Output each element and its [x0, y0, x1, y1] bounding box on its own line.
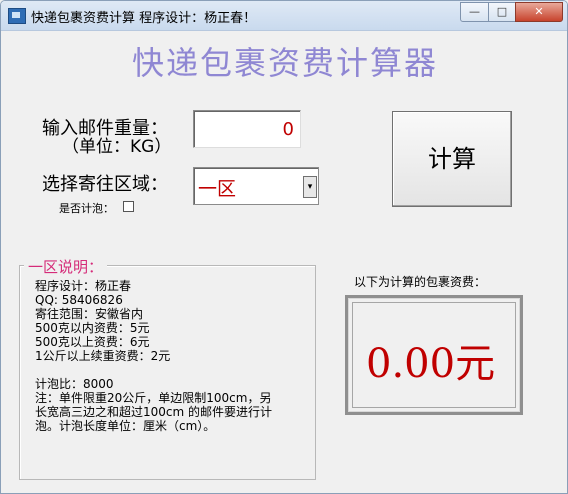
title-bar[interactable]: 快递包裹资费计算 程序设计：杨正春！ — □ ✕: [1, 1, 567, 31]
info-line: QQ: 58406826: [35, 293, 123, 307]
info-line: 500克以上资费：6元: [35, 335, 150, 349]
info-line: 500克以内资费：5元: [35, 321, 150, 335]
region-selected-value: 一区: [198, 178, 237, 200]
bubble-checkbox[interactable]: [123, 201, 134, 212]
info-line: 程序设计：杨正春: [35, 279, 132, 293]
bubble-label: 是否计泡：: [59, 202, 114, 215]
maximize-button[interactable]: □: [488, 2, 516, 22]
info-line: 寄往范围：安徽省内: [35, 307, 144, 321]
package-app-icon: [8, 8, 26, 24]
info-line: 1公斤以上续重资费：2元: [35, 349, 171, 363]
main-window: 快递包裹资费计算 程序设计：杨正春！ — □ ✕ 快递包裹资费计算器 输入邮件重…: [0, 0, 568, 494]
result-value: 0.00元: [366, 341, 496, 387]
region-label: 选择寄往区域：: [42, 174, 168, 195]
region-select[interactable]: 一区 ▾: [193, 167, 319, 205]
info-line: 长宽高三边之和超过100cm 的邮件要进行计: [35, 405, 273, 419]
result-label: 以下为计算的包裹资费：: [354, 275, 487, 289]
chevron-down-icon[interactable]: ▾: [303, 176, 317, 198]
info-line: 计泡比：8000: [35, 377, 114, 391]
info-line: 泡。计泡长度单位：厘米（cm）。: [35, 419, 216, 433]
window-title: 快递包裹资费计算 程序设计：杨正春！: [31, 11, 257, 26]
info-line: 注：单件限重20公斤，单边限制100cm，另: [35, 391, 272, 405]
region-info-title: 一区说明：: [24, 256, 108, 277]
weight-unit-label: （单位：KG）: [62, 137, 172, 157]
page-title: 快递包裹资费计算器: [131, 44, 438, 82]
calculate-button[interactable]: 计算: [392, 111, 512, 207]
close-button[interactable]: ✕: [515, 2, 563, 22]
weight-input[interactable]: 0: [193, 110, 301, 148]
minimize-button[interactable]: —: [460, 2, 489, 22]
